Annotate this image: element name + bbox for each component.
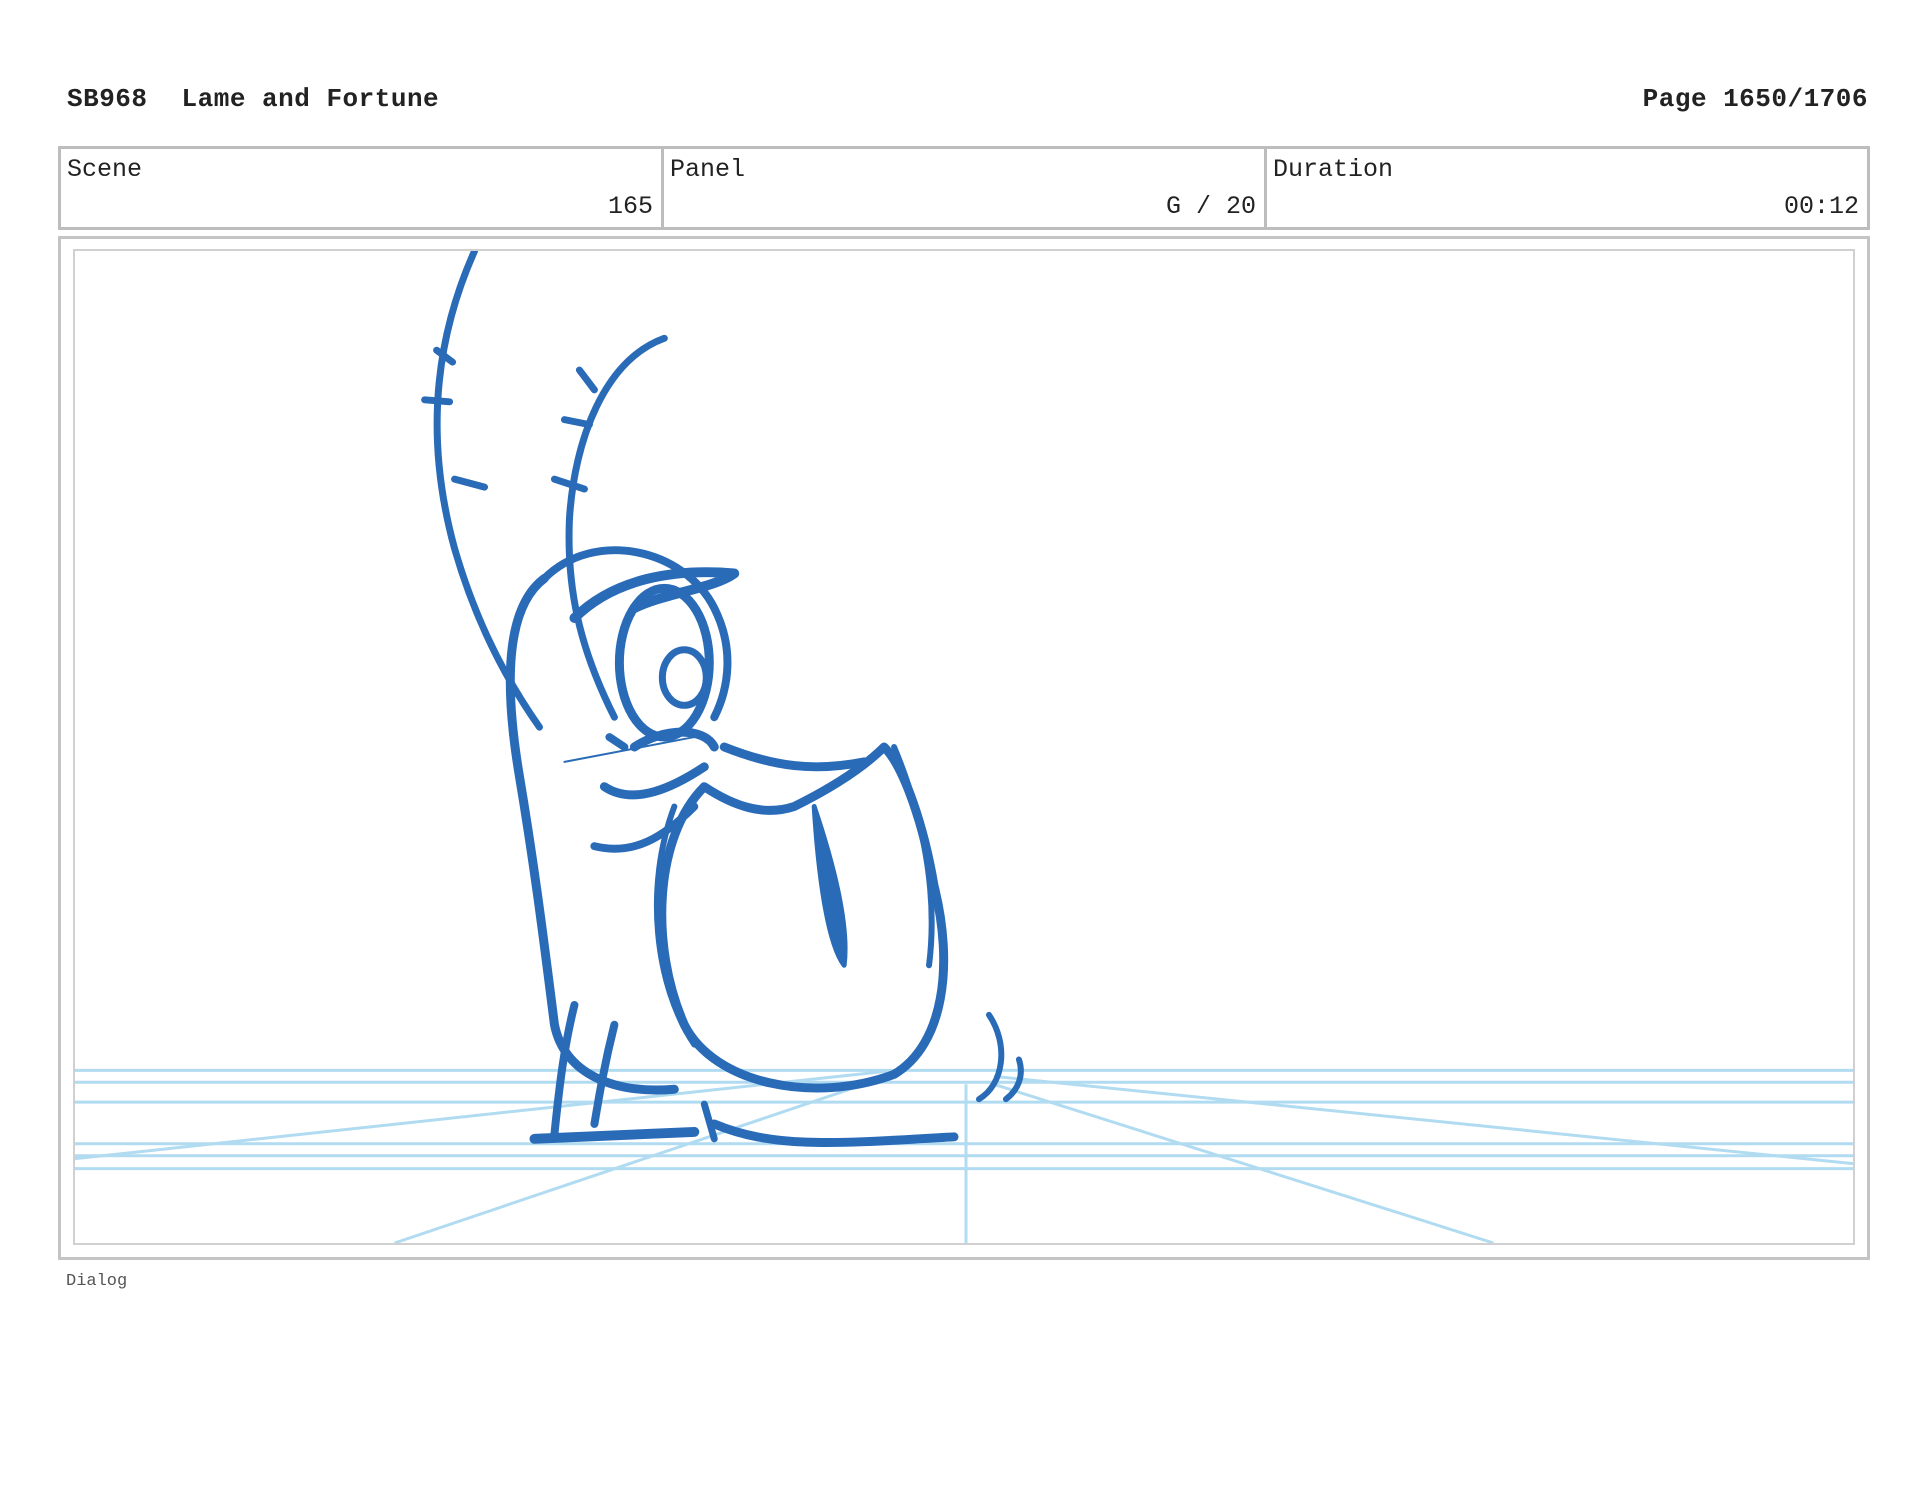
panel-value: G / 20 <box>1165 192 1256 221</box>
duration-value: 00:12 <box>1783 192 1859 221</box>
plankton-sketch-icon <box>75 251 1853 1243</box>
storyboard-panel <box>58 236 1870 1260</box>
episode-title: Lame and Fortune <box>181 84 440 114</box>
perspective-guides <box>75 1068 1853 1243</box>
scene-value: 165 <box>607 192 653 221</box>
panel-label: Panel <box>670 155 746 184</box>
duration-label: Duration <box>1273 155 1394 184</box>
page-number: 1650/1706 <box>1723 84 1868 114</box>
scene-cell: Scene 165 <box>61 149 664 227</box>
dialog-label: Dialog <box>66 1272 128 1291</box>
page-label: Page <box>1642 84 1708 114</box>
panel-drawing-area <box>73 249 1855 1245</box>
duration-cell: Duration 00:12 <box>1267 149 1867 227</box>
character-sketch <box>421 251 1024 1147</box>
page-indicator: Page 1650/1706 <box>1643 84 1868 114</box>
storyboard-header: SB968 Lame and Fortune <box>67 84 439 114</box>
panel-info-bar: Scene 165 Panel G / 20 Duration 00:12 <box>58 146 1870 230</box>
panel-cell: Panel G / 20 <box>664 149 1267 227</box>
scene-label: Scene <box>67 155 143 184</box>
episode-code: SB968 <box>67 84 148 114</box>
